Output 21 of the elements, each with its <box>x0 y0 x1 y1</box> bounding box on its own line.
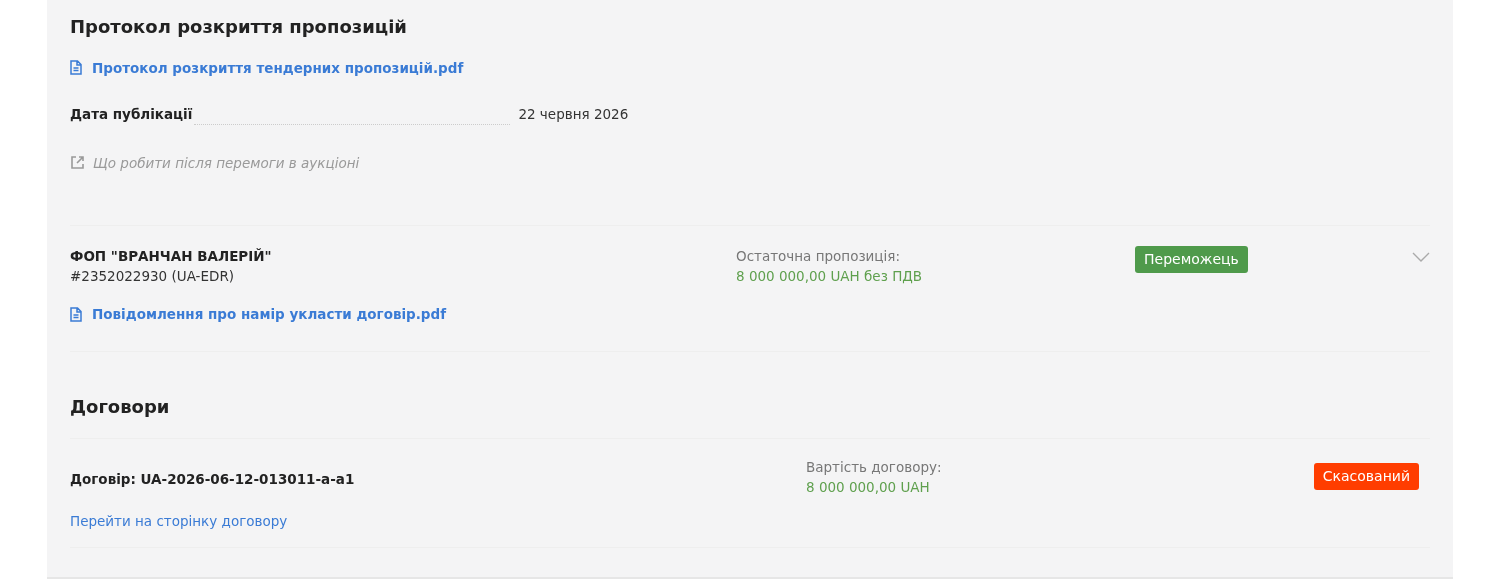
contract-link[interactable]: Перейти на сторінку договору <box>70 513 288 530</box>
document-link[interactable]: Повідомлення про намір укласти договір.pdf <box>70 304 447 325</box>
contract-title: Договір: UA-2026-06-12-013011-a-a1 <box>70 469 356 489</box>
section-title: Договори <box>70 396 171 418</box>
date-label: Дата публікації <box>70 105 193 125</box>
help-link[interactable]: Що робити після перемоги в аукціоні <box>70 152 360 177</box>
status-badge: Переможець <box>1135 245 1248 273</box>
bidder-identifier: #2352022930 (UA-EDR) <box>70 267 236 287</box>
chevron-down-icon[interactable] <box>1412 251 1430 262</box>
document-link[interactable]: Протокол розкриття тендерних пропозицій.pdf <box>70 57 464 78</box>
status-badge: Скасований <box>1313 462 1419 490</box>
document-icon <box>70 307 82 323</box>
price-label: Вартість договору: <box>806 457 943 477</box>
offer-value: 8 000 000,00 UAH без ПДВ <box>736 267 924 287</box>
document-icon <box>70 60 82 76</box>
external-link-icon <box>70 155 85 171</box>
price-value: 8 000 000,00 UAH <box>806 478 931 498</box>
bidder-name: ФОП "ВРАНЧАН ВАЛЕРІЙ" <box>70 246 273 266</box>
date-value: 22 червня 2026 <box>518 105 629 125</box>
section-title: Протокол розкриття пропозицій <box>70 16 408 39</box>
offer-label: Остаточна пропозиція: <box>736 246 901 266</box>
